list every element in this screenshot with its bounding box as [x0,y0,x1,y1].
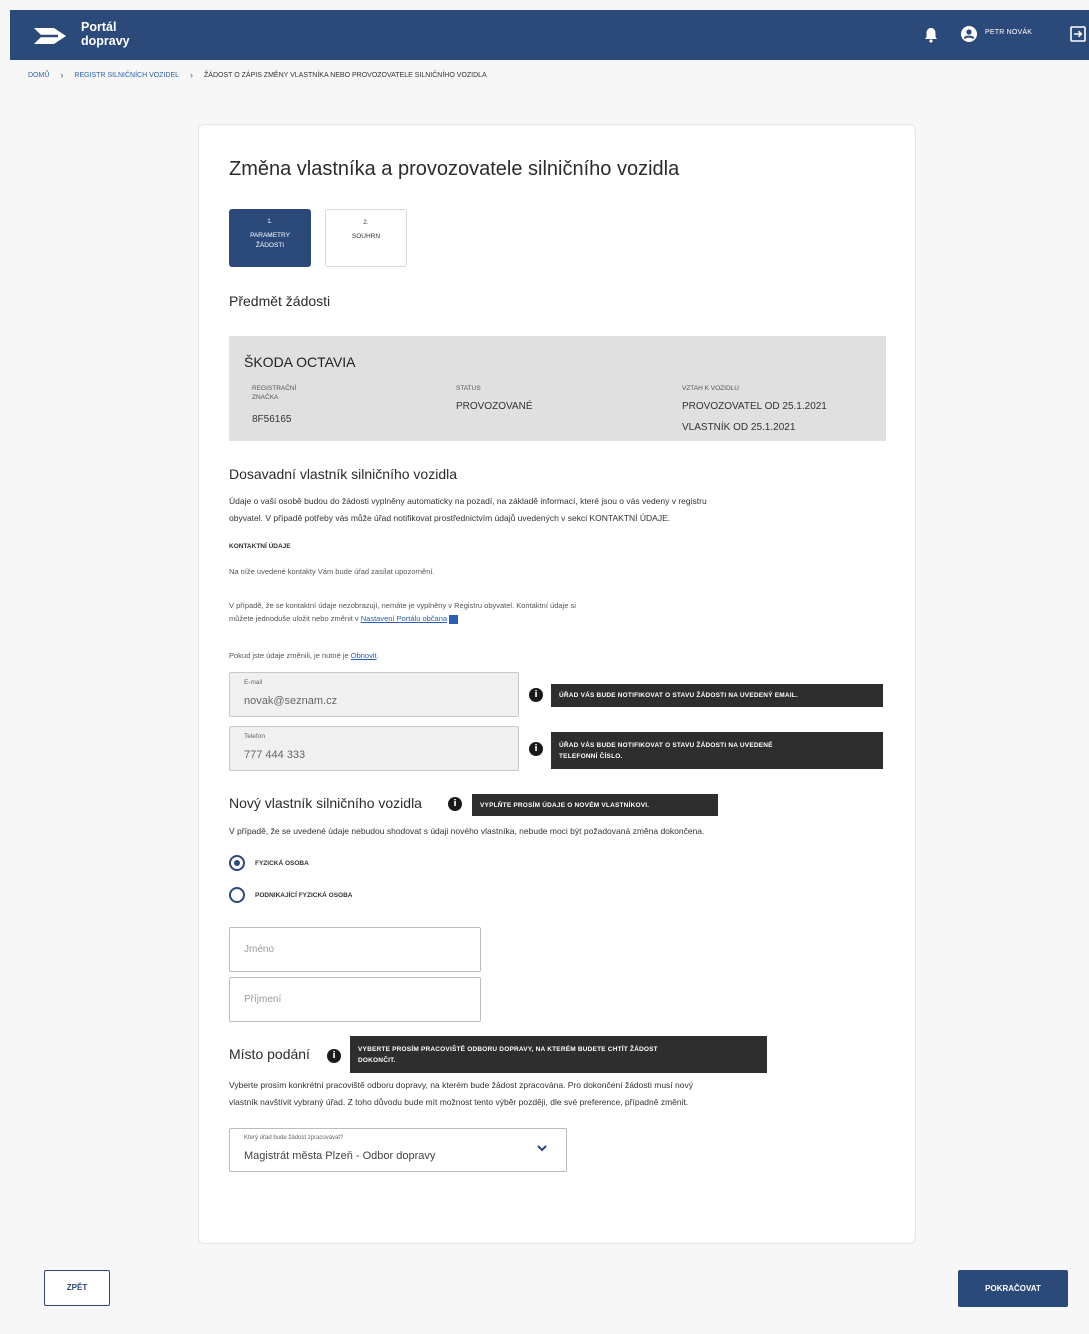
step-number: 2. [363,219,369,226]
contact-info: V případě, že se kontaktní údaje nezobra… [229,599,576,625]
chevron-right-icon: › [60,70,64,80]
place-text: Vyberte prosím konkrétní pracoviště odbo… [229,1077,693,1111]
external-link-icon[interactable] [449,614,459,624]
refresh-note: Pokud jste údaje změnili, je nutné je Ob… [229,651,379,660]
previous-owner-heading: Dosavadní vlastník silničního vozidla [229,466,458,482]
new-owner-tooltip: VYPLŇTE PROSÍM ÚDAJE O NOVÉM VLASTNÍKOVI… [472,794,718,816]
chevron-down-icon[interactable] [536,1142,548,1154]
tooltip-line: DOKONČIT. [358,1056,396,1064]
step-label: SOUHRN [351,233,381,240]
breadcrumb-current: ŽÁDOST O ZÁPIS ZMĚNY VLASTNÍKA NEBO PROV… [204,71,487,79]
place-heading: Místo podání [229,1046,310,1062]
step-label: ŽÁDOSTI [255,242,285,249]
radio-natural-person-label[interactable]: FYZICKÁ OSOBA [255,860,309,867]
new-owner-note: V případě, že se uvedené údaje nebudou s… [229,826,705,836]
first-name-placeholder: Jméno [244,944,275,955]
portal-settings-link[interactable]: Nastavení Portálu občana [361,614,447,623]
relation-value: VLASTNÍK OD 25.1.2021 [682,422,796,433]
user-icon[interactable] [961,26,977,42]
tooltip-line: TELEFONNÍ ČÍSLO. [559,752,623,760]
radio-business-person-label[interactable]: PODNIKAJÍCÍ FYZICKÁ OSOBA [255,892,353,899]
portal-brand[interactable]: Portál dopravy [81,20,130,48]
text-line: Vyberte prosím konkrétní pracoviště odbo… [229,1080,693,1090]
info-icon[interactable]: i [529,742,543,756]
relation-value: PROVOZOVATEL OD 25.1.2021 [682,401,827,412]
email-label: E-mail [244,679,263,686]
place-tooltip: VYBERTE PROSÍM PRACOVIŠTĚ ODBORU DOPRAVY… [350,1036,767,1073]
office-select[interactable]: Který úřad bude žádost zpracovávat? Magi… [229,1128,567,1172]
top-header: Portál dopravy PETR NOVÁK [10,10,1089,60]
email-field[interactable]: E-mail novak@seznam.cz [229,672,519,717]
phone-tooltip: ÚŘAD VÁS BUDE NOTIFIKOVAT O STAVU ŽÁDOST… [551,732,883,769]
office-select-value: Magistrát města Plzeň - Odbor dopravy [244,1150,436,1162]
vehicle-summary: ŠKODA OCTAVIA REGISTRAČNÍ ZNAČKA 8F56165… [229,336,886,441]
user-name[interactable]: PETR NOVÁK [985,29,1032,36]
text-line: Údaje o vaší osobě budou do žádosti vypl… [229,496,707,506]
reg-label-line: ZNAČKA [252,394,279,401]
info-icon[interactable]: i [327,1049,341,1063]
portal-logo-icon[interactable] [32,25,68,47]
last-name-placeholder: Příjmení [244,994,282,1005]
subject-heading: Předmět žádosti [229,293,331,309]
phone-label: Telefon [244,733,265,740]
text-line: obyvatel. V případě potřeby vás může úřa… [229,513,671,523]
breadcrumb-home[interactable]: DOMŮ [28,72,49,79]
radio-business-person[interactable] [229,887,245,903]
first-name-input[interactable]: Jméno [229,927,481,972]
text-line: vlastník navštívit vybraný úřad. Z toho … [229,1097,689,1107]
vehicle-name: ŠKODA OCTAVIA [244,354,356,370]
reg-label-line: REGISTRAČNÍ [252,385,297,392]
contact-heading: KONTAKTNÍ ÚDAJE [229,543,291,550]
email-value: novak@seznam.cz [244,695,338,707]
contact-note: Na níže uvedené kontakty Vám bude úřad z… [229,567,435,576]
brand-line-2: dopravy [81,34,130,48]
step-parameters[interactable]: 1. PARAMETRY ŽÁDOSTI [229,209,311,267]
text-line: V případě, že se kontaktní údaje nezobra… [229,601,576,610]
phone-field[interactable]: Telefon 777 444 333 [229,726,519,771]
reg-label: REGISTRAČNÍ ZNAČKA [252,384,296,402]
info-icon[interactable]: i [529,688,543,702]
text-line: můžete jednoduše uložit nebo změnit v Na… [229,612,576,625]
status-value: PROVOZOVANÉ [456,401,533,412]
text-span: můžete jednoduše uložit nebo změnit v [229,614,359,623]
info-icon[interactable]: i [448,797,462,811]
brand-line-1: Portál [81,20,117,34]
email-tooltip: ÚŘAD VÁS BUDE NOTIFIKOVAT O STAVU ŽÁDOST… [551,684,883,707]
step-label: PARAMETRY [250,232,290,239]
previous-owner-text: Údaje o vaší osobě budou do žádosti vypl… [229,493,707,527]
text-span: Pokud jste údaje změnili, je nutné je [229,651,349,660]
breadcrumb: DOMŮ › REGISTR SILNIČNÍCH VOZIDEL › ŽÁDO… [28,70,487,80]
office-select-label: Který úřad bude žádost zpracovávat? [244,1135,344,1141]
bell-icon[interactable] [922,26,940,44]
reg-value: 8F56165 [252,414,292,425]
page-title: Změna vlastníka a provozovatele silniční… [229,158,680,180]
status-label: STATUS [456,385,481,392]
last-name-input[interactable]: Příjmení [229,977,481,1022]
chevron-right-icon: › [190,70,194,80]
new-owner-heading: Nový vlastník silničního vozidla [229,795,422,811]
radio-natural-person[interactable] [229,855,245,871]
tooltip-line: VYBERTE PROSÍM PRACOVIŠTĚ ODBORU DOPRAVY… [358,1045,658,1053]
step-summary[interactable]: 2. SOUHRN [325,209,407,267]
tooltip-line: ÚŘAD VÁS BUDE NOTIFIKOVAT O STAVU ŽÁDOST… [559,741,773,749]
step-number: 1. [267,218,273,225]
breadcrumb-registry[interactable]: REGISTR SILNIČNÍCH VOZIDEL [74,72,179,79]
continue-button[interactable]: POKRAČOVAT [958,1270,1068,1307]
refresh-link[interactable]: Obnovit [351,651,377,660]
phone-value: 777 444 333 [244,749,306,761]
back-button[interactable]: ZPĚT [44,1270,110,1306]
relation-label: VZTAH K VOZIDLU [682,385,739,392]
logout-icon[interactable] [1069,25,1087,43]
request-card: Změna vlastníka a provozovatele silniční… [198,124,916,1244]
